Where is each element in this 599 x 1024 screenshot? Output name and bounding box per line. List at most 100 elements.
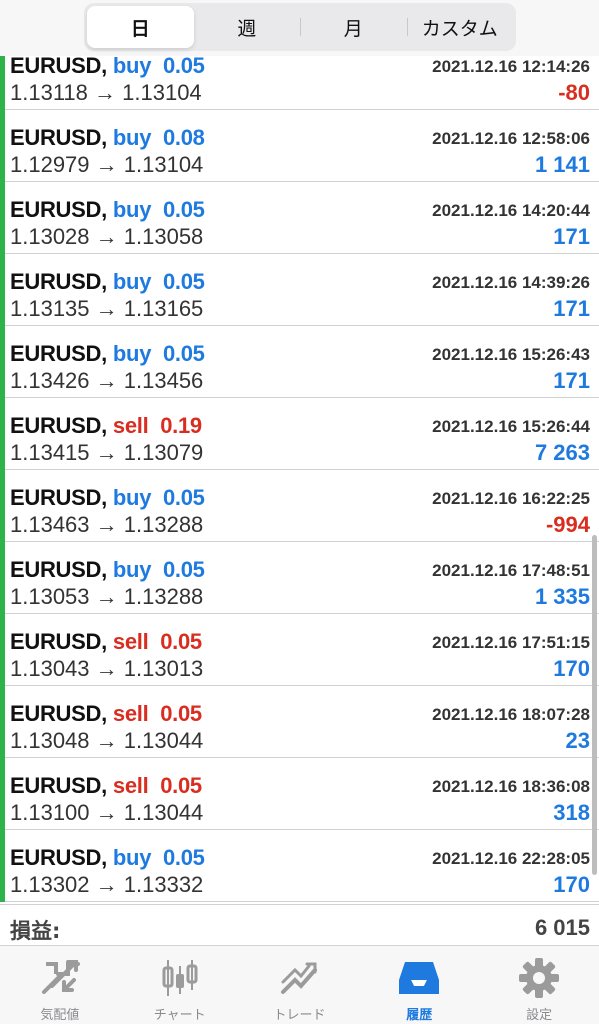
trade-row[interactable]: EURUSD, buy 0.05 2021.12.16 17:48:51 1.1305…: [0, 542, 599, 614]
open-price: 1.13118: [10, 80, 88, 105]
tab-chart[interactable]: チャート: [120, 946, 240, 1024]
trade-prices: 1.13053 → 1.13288: [10, 584, 203, 610]
segment-month[interactable]: 月: [300, 6, 407, 48]
trade-symbol: EURUSD, buy 0.05: [10, 341, 205, 367]
period-selector-bar: 日 週 月 カスタム: [0, 0, 599, 56]
trade-direction: buy: [112, 197, 152, 222]
segment-week[interactable]: 週: [194, 6, 301, 48]
trade-direction: sell: [112, 629, 149, 654]
open-price: 1.12979: [10, 152, 90, 177]
trade-symbol: EURUSD, sell 0.05: [10, 773, 202, 799]
symbol-separator: ,: [101, 53, 107, 78]
trade-symbol: EURUSD, buy 0.08: [10, 125, 205, 151]
trade-indicator-bar: [0, 182, 5, 254]
trade-indicator-bar: [0, 326, 5, 398]
trade-row[interactable]: EURUSD, buy 0.05 2021.12.16 16:22:25 1.1346…: [0, 470, 599, 542]
trade-profit: 318: [553, 800, 590, 825]
trade-prices: 1.13302 → 1.13332: [10, 872, 203, 898]
trade-profit: -994: [545, 512, 590, 537]
trade-indicator-bar: [0, 614, 5, 686]
trade-row[interactable]: EURUSD, buy 0.05 2021.12.16 22:28:05 1.1330…: [0, 830, 599, 902]
trade-row[interactable]: EURUSD, buy 0.08 2021.12.16 12:58:06 1.1297…: [0, 110, 599, 182]
trade-row[interactable]: EURUSD, buy 0.05 2021.12.16 14:20:44 1.1302…: [0, 182, 599, 254]
trade-row[interactable]: EURUSD, buy 0.05 2021.12.16 14:39:26 1.1313…: [0, 254, 599, 326]
trade-time: 2021.12.16 16:22:25: [432, 489, 590, 508]
trade-profit: 170: [553, 872, 590, 897]
segment-custom[interactable]: カスタム: [406, 6, 514, 48]
symbol-separator: ,: [101, 629, 107, 654]
trade-time: 2021.12.16 17:48:51: [432, 561, 590, 580]
symbol-separator: ,: [101, 413, 107, 438]
trade-lots: 0.05: [160, 773, 202, 798]
trade-profit: 171: [553, 368, 590, 393]
symbol-name: EURUSD: [10, 629, 102, 654]
arrow-right-icon: →: [89, 512, 124, 537]
trade-prices: 1.13118 → 1.13104: [10, 80, 202, 106]
open-price: 1.13028: [10, 224, 90, 249]
period-segmented-control: 日 週 月 カスタム: [84, 3, 516, 51]
trade-direction: buy: [112, 53, 152, 78]
close-price: 1.13165: [123, 296, 204, 321]
tab-settings[interactable]: 設定: [479, 946, 599, 1024]
tab-quotes[interactable]: 気配値: [0, 946, 120, 1024]
trade-symbol: EURUSD, buy 0.05: [10, 269, 205, 295]
symbol-name: EURUSD: [10, 845, 102, 870]
trade-row[interactable]: EURUSD, sell 0.05 2021.12.16 18:07:28 1.130…: [0, 686, 599, 758]
trade-row[interactable]: EURUSD, sell 0.19 2021.12.16 15:26:44 1.134…: [0, 398, 599, 470]
trade-direction: sell: [112, 701, 149, 726]
trade-symbol: EURUSD, buy 0.05: [10, 197, 205, 223]
close-price: 1.13044: [123, 800, 204, 825]
trade-direction: buy: [112, 341, 152, 366]
open-price: 1.13426: [10, 368, 90, 393]
trade-lots: 0.05: [160, 701, 202, 726]
trade-row[interactable]: EURUSD, buy 0.05 2021.12.16 15:26:43 1.1342…: [0, 326, 599, 398]
trade-prices: 1.13426 → 1.13456: [10, 368, 203, 394]
symbol-name: EURUSD: [10, 269, 102, 294]
trade-profit: -80: [558, 80, 590, 105]
segment-day[interactable]: 日: [87, 6, 194, 48]
trade-profit: 23: [565, 728, 590, 753]
profit-total-label: 損益:: [10, 919, 61, 943]
trade-profit: 7 263: [534, 440, 590, 465]
trade-row[interactable]: EURUSD, sell 0.05 2021.12.16 18:36:08 1.131…: [0, 758, 599, 830]
trade-symbol: EURUSD, buy 0.05: [10, 557, 205, 583]
tab-history[interactable]: 履歴: [359, 946, 479, 1024]
trade-row[interactable]: EURUSD, sell 0.05 2021.12.16 17:51:15 1.130…: [0, 614, 599, 686]
trade-prices: 1.13043 → 1.13013: [10, 656, 203, 682]
arrow-right-icon: →: [89, 872, 124, 897]
tab-trade[interactable]: トレード: [240, 946, 360, 1024]
trade-history-list[interactable]: EURUSD, buy 0.05 2021.12.16 12:14:26 1.1311…: [0, 38, 599, 902]
trade-indicator-bar: [0, 398, 5, 470]
tab-label: 気配値: [40, 1008, 80, 1023]
symbol-separator: ,: [101, 197, 107, 222]
close-price: 1.13044: [123, 728, 204, 753]
symbol-separator: ,: [101, 485, 107, 510]
trade-time: 2021.12.16 12:58:06: [432, 129, 590, 148]
trade-lots: 0.08: [162, 125, 205, 150]
close-price: 1.13332: [123, 872, 204, 897]
trade-symbol: EURUSD, sell 0.05: [10, 701, 202, 727]
trade-time: 2021.12.16 14:20:44: [432, 201, 590, 220]
arrow-right-icon: →: [89, 224, 124, 249]
history-inbox-icon: [399, 962, 440, 994]
trade-indicator-bar: [0, 758, 5, 830]
symbol-name: EURUSD: [10, 53, 102, 78]
arrow-right-icon: →: [89, 296, 124, 321]
close-price: 1.13079: [123, 440, 204, 465]
symbol-separator: ,: [101, 773, 107, 798]
symbol-separator: ,: [101, 845, 107, 870]
close-price: 1.13058: [123, 224, 204, 249]
trade-prices: 1.13028 → 1.13058: [10, 224, 203, 250]
open-price: 1.13302: [10, 872, 90, 897]
trade-prices: 1.13415 → 1.13079: [10, 440, 203, 466]
trade-symbol: EURUSD, buy 0.05: [10, 53, 205, 79]
trade-direction: buy: [112, 557, 152, 582]
trade-profit: 170: [553, 656, 590, 681]
scrollbar[interactable]: [592, 535, 597, 875]
trade-time: 2021.12.16 18:07:28: [432, 705, 590, 724]
arrow-right-icon: →: [89, 152, 124, 177]
open-price: 1.13463: [10, 512, 90, 537]
symbol-name: EURUSD: [10, 485, 102, 510]
trade-lots: 0.05: [162, 269, 205, 294]
trade-prices: 1.13463 → 1.13288: [10, 512, 203, 538]
